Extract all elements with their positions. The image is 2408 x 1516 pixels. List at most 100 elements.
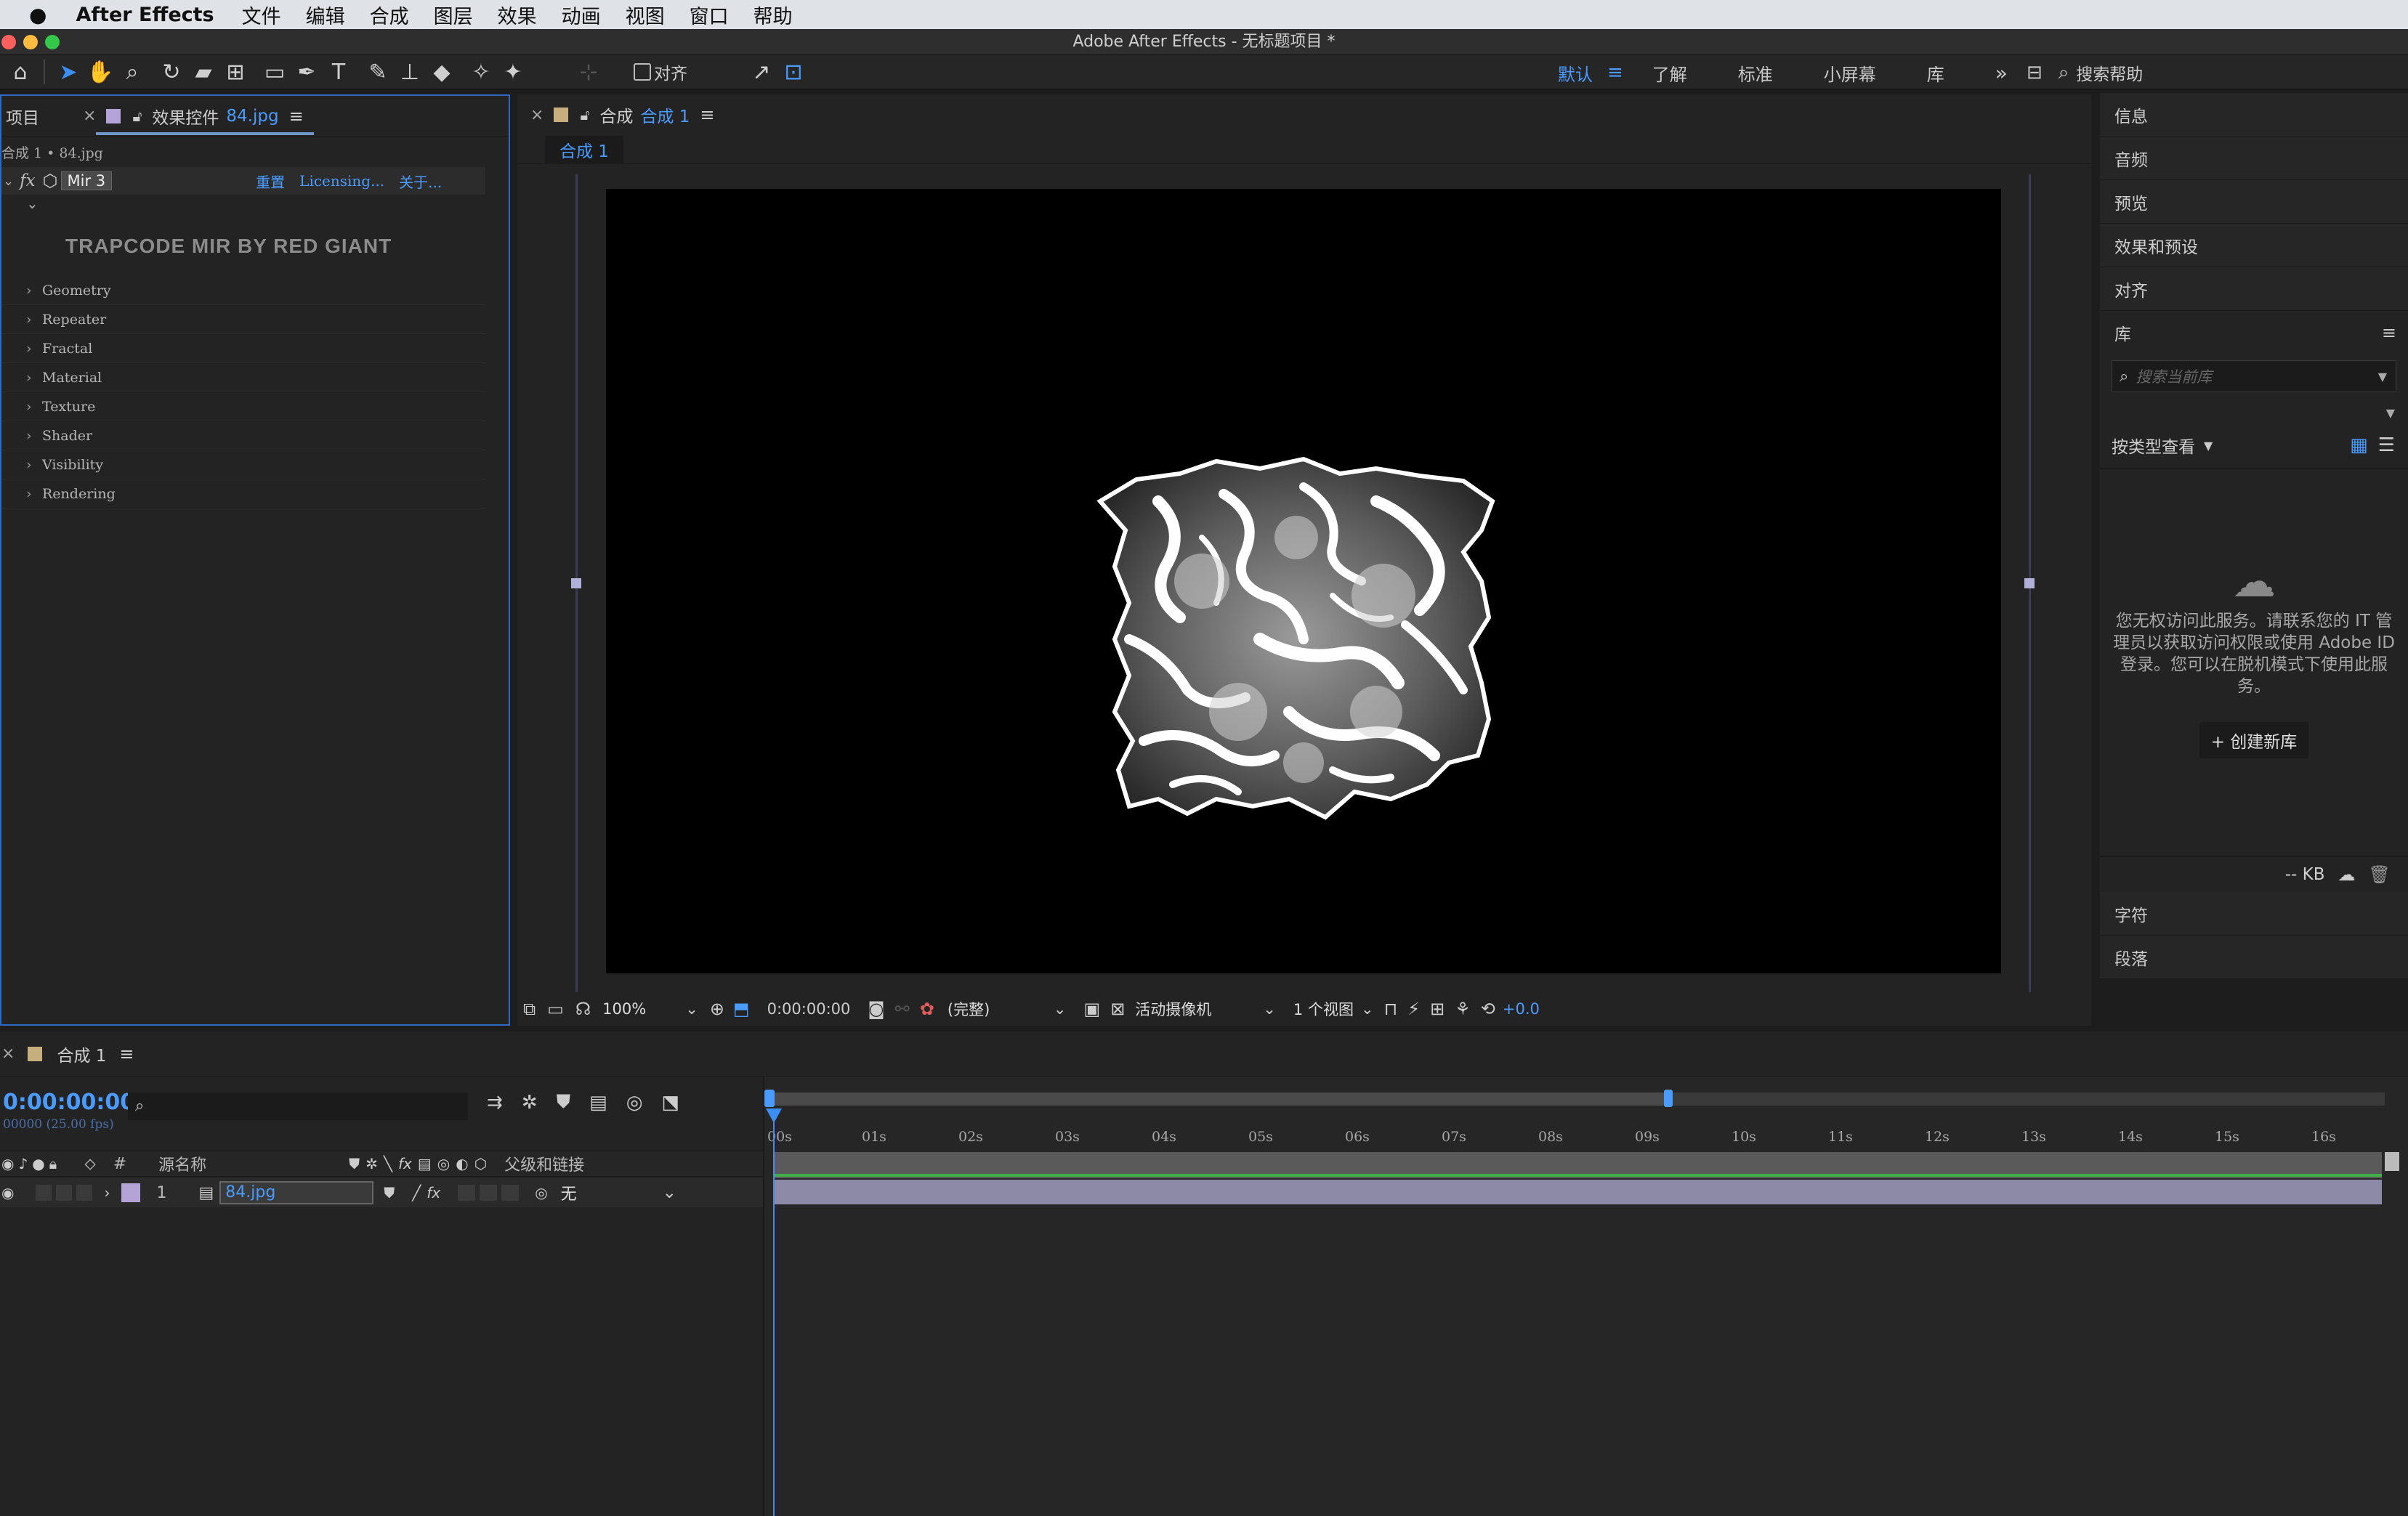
audio-toggle[interactable] xyxy=(36,1185,52,1201)
lock-icon[interactable]: 🔓︎ xyxy=(580,106,589,123)
workspace-menu-icon[interactable]: ≡ xyxy=(1607,62,1623,84)
solo-toggle[interactable] xyxy=(56,1185,73,1201)
search-icon[interactable]: ⌕ xyxy=(2058,62,2069,84)
layer-search-input[interactable]: ⌕ xyxy=(128,1093,468,1120)
workspace-default[interactable]: 默认 xyxy=(1558,60,1593,86)
safe-zones-icon[interactable]: ⊕ xyxy=(710,999,724,1019)
pick-whip-icon[interactable]: ◎ xyxy=(535,1184,547,1201)
audio-icon[interactable]: ♪ xyxy=(18,1155,28,1172)
menu-effect[interactable]: 效果 xyxy=(498,1,537,29)
close-window-button[interactable] xyxy=(1,35,16,49)
hand-tool-icon[interactable]: ✋ xyxy=(84,56,116,88)
fx-toggle-icon[interactable]: fx xyxy=(20,171,35,190)
minimize-window-button[interactable] xyxy=(23,35,38,49)
group-texture[interactable]: › Texture xyxy=(1,392,485,421)
panel-menu-icon[interactable]: ≡ xyxy=(289,106,304,126)
current-time-indicator-head[interactable] xyxy=(766,1108,782,1123)
menu-composition[interactable]: 合成 xyxy=(370,1,409,29)
adjustment-switch-icon[interactable]: ◐ xyxy=(456,1155,468,1172)
composition-canvas[interactable] xyxy=(606,189,2001,973)
workspace-small-screen[interactable]: 小屏幕 xyxy=(1824,60,1876,86)
motion-blur-toggle[interactable] xyxy=(458,1185,476,1201)
panel-effects-presets[interactable]: 效果和预设 xyxy=(2100,224,2408,267)
pen-tool-icon[interactable]: ✒ xyxy=(291,56,323,88)
chevron-right-icon[interactable]: › xyxy=(104,1184,110,1201)
zoom-dropdown-chevron-icon[interactable]: ⌄ xyxy=(685,1000,698,1018)
snap-icon[interactable]: ↗ xyxy=(746,56,777,88)
align-toggle[interactable]: 对齐 xyxy=(634,60,687,84)
workspace-switch-icon[interactable]: ⊟ xyxy=(2027,62,2043,84)
graph-editor-icon[interactable]: ⬔ xyxy=(661,1092,679,1114)
licensing-link[interactable]: Licensing... xyxy=(299,172,384,190)
views-chevron-icon[interactable]: ⌄ xyxy=(1361,1000,1374,1018)
lock-icon[interactable]: 🔒︎ xyxy=(49,1155,57,1172)
group-geometry[interactable]: › Geometry xyxy=(1,276,485,305)
quality-switch-icon[interactable]: ╲ xyxy=(384,1155,392,1172)
tab-effect-controls[interactable]: 效果控件 xyxy=(152,104,219,129)
video-visibility-icon[interactable]: ◉ xyxy=(1,1155,14,1172)
toggle-pixel-aspect-icon[interactable]: ⊓ xyxy=(1384,999,1398,1019)
clone-stamp-tool-icon[interactable]: ⊥ xyxy=(394,56,426,88)
pan-behind-tool-icon[interactable]: ⊞ xyxy=(219,56,251,88)
menu-view[interactable]: 视图 xyxy=(626,1,665,29)
layer-duration-bar[interactable] xyxy=(773,1180,2382,1204)
camera-chevron-icon[interactable]: ⌄ xyxy=(1263,1000,1276,1018)
create-library-button[interactable]: + 创建新库 xyxy=(2199,722,2309,758)
brush-tool-icon[interactable]: ✎ xyxy=(362,56,394,88)
search-help-input[interactable]: 搜索帮助 xyxy=(2076,60,2143,85)
panel-menu-icon[interactable]: ≡ xyxy=(700,105,714,125)
grid-view-icon[interactable]: ▦ xyxy=(2350,434,2368,456)
effect-header-row[interactable]: ⌄ fx ⬡ Mir 3 重置 Licensing... 关于... xyxy=(1,167,485,195)
transparency-toggle-icon[interactable]: ⊠ xyxy=(1110,999,1125,1019)
panel-character[interactable]: 字符 xyxy=(2100,892,2408,936)
time-ruler[interactable]: 00s 01s 02s 03s 04s 05s 06s 07s 08s 09s … xyxy=(764,1107,2382,1151)
menu-file[interactable]: 文件 xyxy=(242,1,281,29)
fast-previews-icon[interactable]: ⚡ xyxy=(1407,999,1420,1019)
viewer-timecode[interactable]: 0:00:00:00 xyxy=(767,1000,851,1018)
monitor-icon[interactable]: ▭ xyxy=(547,999,564,1019)
effect-name[interactable]: Mir 3 xyxy=(60,171,113,190)
parent-chevron-icon[interactable]: ⌄ xyxy=(663,1183,676,1202)
region-of-interest-icon[interactable]: ▣ xyxy=(1084,999,1101,1019)
apple-icon[interactable]: ● xyxy=(29,3,47,27)
workspace-libraries[interactable]: 库 xyxy=(1927,60,1944,86)
library-select-dropdown-icon[interactable]: ▼ xyxy=(2386,406,2395,420)
exposure-value[interactable]: +0.0 xyxy=(1503,1000,1540,1018)
reset-exposure-icon[interactable]: ⟲ xyxy=(1481,999,1495,1019)
tab-effect-controls-file[interactable]: 84.jpg xyxy=(226,107,278,126)
close-tab-icon[interactable]: × xyxy=(530,106,544,124)
effects-switch-icon[interactable]: fx xyxy=(398,1155,412,1172)
panel-info[interactable]: 信息 xyxy=(2100,93,2408,137)
always-preview-icon[interactable]: ⧉ xyxy=(523,999,536,1019)
effects-switch-icon[interactable]: fx xyxy=(427,1184,440,1201)
flowchart-icon[interactable]: ⚘ xyxy=(1455,999,1471,1019)
draft-3d-icon[interactable]: ✲ xyxy=(522,1092,538,1114)
about-link[interactable]: 关于... xyxy=(399,171,442,192)
group-rendering[interactable]: › Rendering xyxy=(1,479,485,508)
layer-row[interactable]: ◉ › 1 ▤ 84.jpg ⛊ ╱ fx ◎ 无 ⌄ xyxy=(0,1178,763,1207)
group-repeater[interactable]: › Repeater xyxy=(1,305,485,334)
reset-link[interactable]: 重置 xyxy=(256,171,285,192)
selection-tool-icon[interactable]: ➤ xyxy=(52,56,84,88)
mask-visibility-icon[interactable]: ☊ xyxy=(575,999,591,1019)
work-area-range[interactable] xyxy=(767,1093,1668,1106)
shy-switch-icon[interactable]: ⛊ xyxy=(384,1184,395,1201)
zoom-select[interactable]: 100% xyxy=(602,1000,646,1018)
chevron-right-icon[interactable]: › xyxy=(26,399,42,415)
trash-icon[interactable]: 🗑︎ xyxy=(2369,864,2391,885)
camera-select[interactable]: 活动摄像机 xyxy=(1135,998,1258,1020)
shy-switch-icon[interactable]: ⛊ xyxy=(349,1155,360,1172)
layer-visibility-icon[interactable]: ◉ xyxy=(1,1184,14,1201)
tab-timeline-comp[interactable]: 合成 1 xyxy=(57,1042,106,1066)
close-tab-icon[interactable]: × xyxy=(83,107,96,125)
views-select[interactable]: 1 个视图 xyxy=(1293,998,1354,1020)
resolution-chevron-icon[interactable]: ⌄ xyxy=(1054,1000,1067,1018)
zoom-window-button[interactable] xyxy=(45,35,60,49)
home-icon[interactable]: ⌂ xyxy=(4,56,36,88)
menu-app-name[interactable]: After Effects xyxy=(76,4,214,26)
motion-blur-icon[interactable]: ◎ xyxy=(626,1092,643,1114)
panel-audio[interactable]: 音频 xyxy=(2100,137,2408,180)
more-workspaces-icon[interactable]: » xyxy=(1995,61,2008,85)
chevron-right-icon[interactable]: › xyxy=(26,312,42,328)
layer-label-swatch[interactable] xyxy=(121,1183,141,1202)
